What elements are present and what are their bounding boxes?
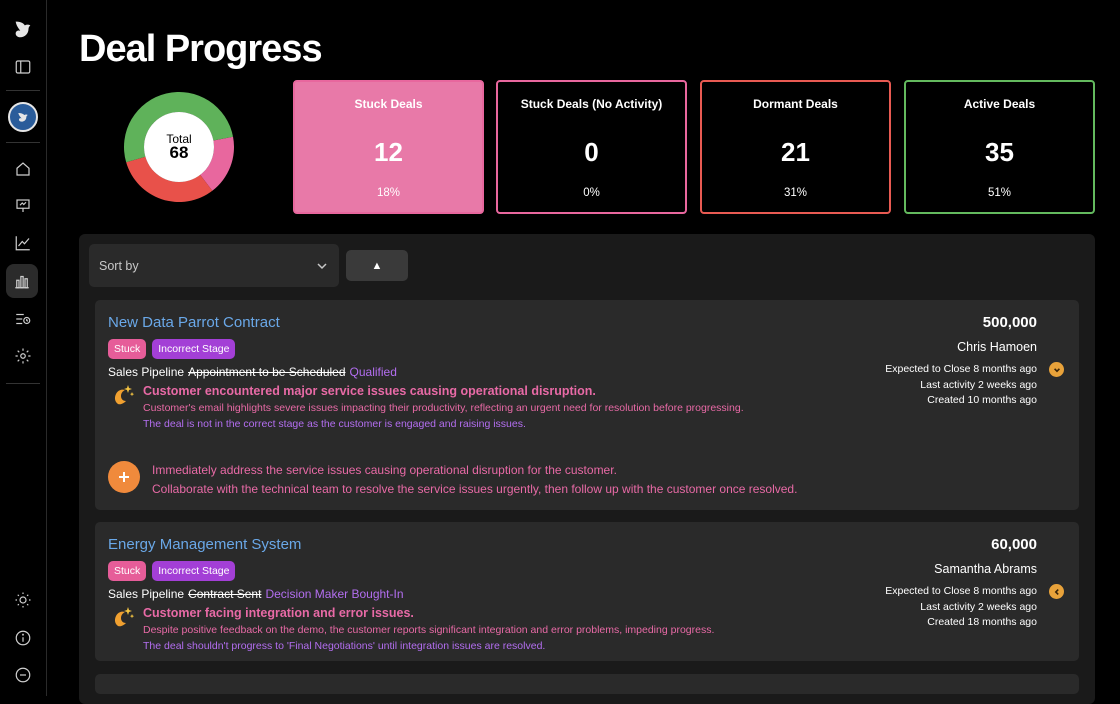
insight-stage-note: The deal shouldn't progress to 'Final Ne… <box>143 640 546 652</box>
minus-circle-icon[interactable] <box>8 660 38 690</box>
insight-title: Customer encountered major service issue… <box>143 384 596 398</box>
recommended-action-detail: Collaborate with the technical team to r… <box>152 482 798 496</box>
expand-chevron-left-icon[interactable] <box>1049 584 1064 599</box>
ai-sparkle-icon <box>114 385 135 405</box>
suggested-stage: Qualified <box>349 365 397 379</box>
deal-card[interactable]: New Data Parrot Contract 500,000 Chris H… <box>95 300 1079 510</box>
pipeline-name: Sales Pipeline <box>108 587 185 601</box>
insight-title: Customer facing integration and error is… <box>143 606 414 620</box>
deal-amount: 500,000 <box>982 314 1037 331</box>
stat-label: Dormant Deals <box>753 97 838 111</box>
stuck-deals-card[interactable]: Stuck Deals 12 18% <box>293 80 484 214</box>
donut-total-value: 68 <box>169 143 189 162</box>
pipeline-line: Sales Pipeline Appointment to be Schedule… <box>108 365 397 379</box>
deal-owner: Chris Hamoen <box>957 340 1037 354</box>
last-activity: Last activity 2 weeks ago <box>920 600 1037 613</box>
donut-center-label: Total 68 <box>124 92 234 202</box>
stat-percent: 31% <box>783 187 808 199</box>
app-logo-icon[interactable] <box>8 14 38 44</box>
stat-label: Stuck Deals (No Activity) <box>520 97 663 111</box>
stat-label: Active Deals <box>963 97 1036 111</box>
sidebar-divider <box>6 383 40 384</box>
sort-placeholder: Sort by <box>99 259 139 273</box>
add-action-icon[interactable] <box>108 461 140 493</box>
sidebar <box>0 0 47 696</box>
stat-value: 0 <box>584 137 599 167</box>
deals-panel: Sort by ▲ New Data Parrot Contract 500,0… <box>79 234 1095 704</box>
stat-percent: 0% <box>583 187 600 199</box>
stuck-no-activity-card[interactable]: Stuck Deals (No Activity) 0 0% <box>496 80 687 214</box>
presentation-icon[interactable] <box>8 191 38 221</box>
settings-gear-icon[interactable] <box>8 341 38 371</box>
stat-value: 21 <box>781 137 810 167</box>
created-date: Created 18 months ago <box>927 616 1037 628</box>
stat-label: Stuck Deals <box>354 97 423 111</box>
sun-theme-icon[interactable] <box>8 585 38 615</box>
expected-close: Expected to Close 8 months ago <box>885 585 1037 597</box>
recommended-action: Immediately address the service issues c… <box>152 463 617 477</box>
sort-direction-button[interactable]: ▲ <box>346 250 408 281</box>
insight-detail: Despite positive feedback on the demo, t… <box>143 624 715 636</box>
sidebar-divider <box>6 142 40 143</box>
deal-tags: Stuck Incorrect Stage <box>108 561 236 581</box>
created-date: Created 10 months ago <box>927 394 1037 406</box>
pipeline-line: Sales Pipeline Contract Sent Decision Make… <box>108 587 404 601</box>
stat-value: 35 <box>985 137 1014 167</box>
sidebar-toggle-icon[interactable] <box>8 52 38 82</box>
deal-card-partial[interactable] <box>95 674 1079 694</box>
stat-percent: 18% <box>376 187 401 199</box>
avatar[interactable] <box>8 102 38 132</box>
chevron-down-icon <box>317 263 327 270</box>
deal-title-link[interactable]: Energy Management System <box>108 536 301 553</box>
expected-close: Expected to Close 8 months ago <box>885 363 1037 375</box>
page-title: Deal Progress <box>79 28 323 70</box>
sort-select[interactable]: Sort by <box>89 244 339 287</box>
incorrect-stage-tag: Incorrect Stage <box>152 561 236 581</box>
pipeline-name: Sales Pipeline <box>108 365 185 379</box>
stat-value: 12 <box>374 137 403 167</box>
insight-stage-note: The deal is not in the correct stage as … <box>143 418 526 430</box>
deal-amount: 60,000 <box>991 536 1037 553</box>
stat-percent: 51% <box>987 187 1012 199</box>
deal-title-link[interactable]: New Data Parrot Contract <box>108 314 280 331</box>
deal-tags: Stuck Incorrect Stage <box>108 339 236 359</box>
stuck-tag: Stuck <box>108 339 147 359</box>
last-activity: Last activity 2 weeks ago <box>920 378 1037 391</box>
deal-owner: Samantha Abrams <box>934 562 1037 576</box>
active-deals-card[interactable]: Active Deals 35 51% <box>904 80 1095 214</box>
list-clock-icon[interactable] <box>8 304 38 334</box>
dormant-deals-card[interactable]: Dormant Deals 21 31% <box>700 80 891 214</box>
deal-card[interactable]: Energy Management System 60,000 Samantha… <box>95 522 1079 661</box>
info-icon[interactable] <box>8 623 38 653</box>
line-chart-icon[interactable] <box>8 228 38 258</box>
sidebar-divider <box>6 90 40 91</box>
stuck-tag: Stuck <box>108 561 147 581</box>
expand-chevron-down-icon[interactable] <box>1049 362 1064 377</box>
ai-sparkle-icon <box>114 607 135 627</box>
deal-meta: Expected to Close 8 months ago Last acti… <box>885 584 1037 631</box>
old-stage: Contract Sent <box>188 587 262 601</box>
old-stage: Appointment to be Scheduled <box>188 365 346 379</box>
home-icon[interactable] <box>8 154 38 184</box>
insight-detail: Customer's email highlights severe issue… <box>143 402 744 414</box>
deal-meta: Expected to Close 8 months ago Last acti… <box>885 362 1037 409</box>
bar-chart-icon[interactable] <box>6 264 38 298</box>
main-content: Deal Progress Total 68 Stuck Deals 12 18… <box>48 0 1120 704</box>
incorrect-stage-tag: Incorrect Stage <box>152 339 236 359</box>
suggested-stage: Decision Maker Bought-In <box>265 587 404 601</box>
